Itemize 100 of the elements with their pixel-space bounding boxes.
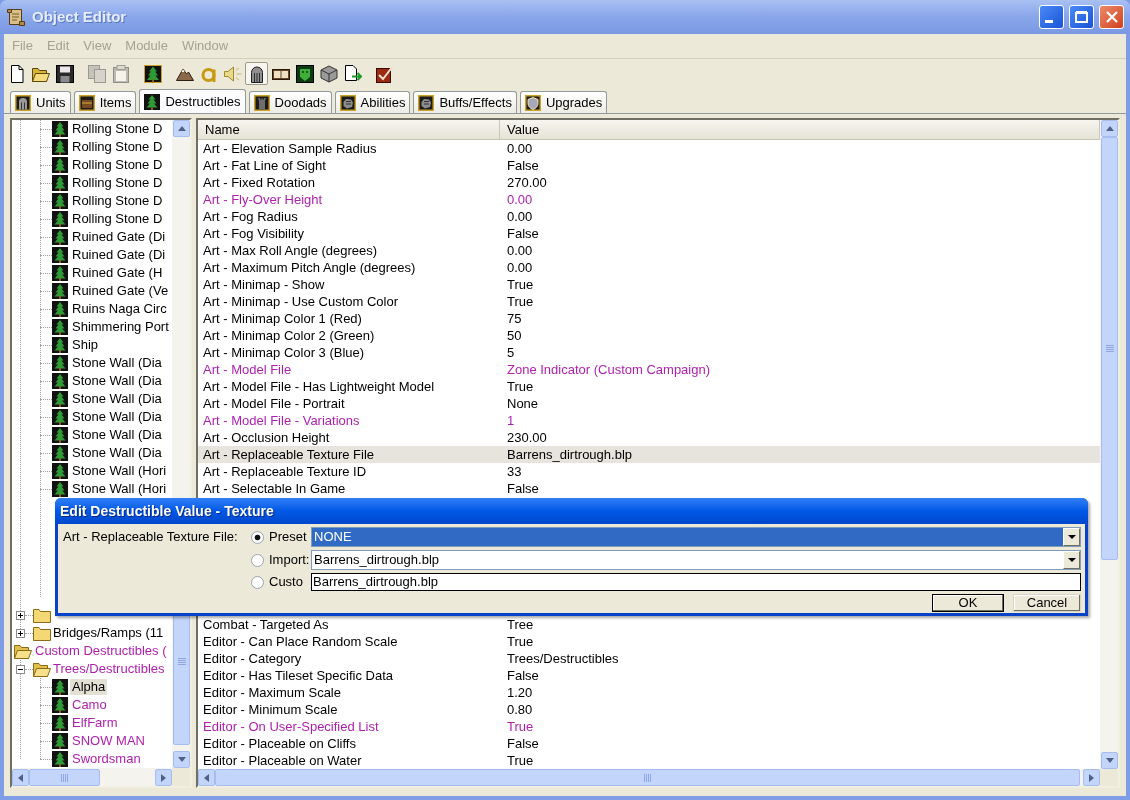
tab[interactable]: Abilities bbox=[334, 91, 411, 113]
tab[interactable]: Units bbox=[10, 91, 71, 113]
tree-item[interactable]: Rolling Stone D bbox=[70, 121, 165, 137]
pine-tree-icon bbox=[52, 751, 68, 767]
scrollbar-thumb[interactable] bbox=[29, 769, 100, 786]
dropdown-button[interactable] bbox=[1063, 551, 1080, 569]
scroll-down-button[interactable] bbox=[1101, 752, 1118, 769]
tree-item[interactable]: Ruined Gate (Di bbox=[70, 247, 168, 263]
tree-item[interactable]: Ruins Naga Circ bbox=[70, 301, 169, 317]
maximize-icon bbox=[1075, 11, 1088, 23]
table-cell-text: 0.80 bbox=[506, 701, 534, 718]
tree-item[interactable]: Rolling Stone D bbox=[70, 175, 165, 191]
scroll-up-button[interactable] bbox=[1101, 120, 1118, 137]
tree-item[interactable]: Rolling Stone D bbox=[70, 193, 165, 209]
table-cell-text: Art - Minimap - Show bbox=[202, 276, 326, 293]
tree-item[interactable]: Stone Wall (Hori bbox=[70, 463, 169, 479]
table-cell-text: 270.00 bbox=[506, 174, 548, 191]
tree-item[interactable]: Shimmering Port bbox=[70, 319, 171, 335]
tower-icon bbox=[253, 94, 270, 111]
collapse-icon[interactable] bbox=[16, 664, 25, 674]
scroll-right-button[interactable] bbox=[1083, 769, 1100, 786]
tab[interactable]: Items bbox=[73, 91, 137, 113]
toolbar-button[interactable] bbox=[293, 62, 316, 85]
tree-item[interactable]: Stone Wall (Dia bbox=[70, 427, 164, 443]
tree-item[interactable]: Ruined Gate (Ve bbox=[70, 283, 171, 299]
tree-item[interactable]: Stone Wall (Dia bbox=[70, 391, 164, 407]
scrollbar-thumb[interactable] bbox=[1101, 137, 1118, 560]
radio-button[interactable] bbox=[251, 553, 264, 567]
dialog-button[interactable]: OK bbox=[932, 594, 1004, 612]
pine-tree-icon bbox=[52, 229, 68, 245]
tree-item[interactable]: Stone Wall (Dia bbox=[70, 445, 164, 461]
tree-item[interactable]: Camo bbox=[70, 697, 109, 713]
tree-item[interactable]: Stone Wall (Dia bbox=[70, 355, 164, 371]
dropdown[interactable]: NONE bbox=[311, 527, 1081, 547]
scroll-left-button[interactable] bbox=[12, 769, 29, 786]
horizontal-scrollbar[interactable] bbox=[12, 768, 172, 786]
tree-item[interactable]: SNOW MAN bbox=[70, 733, 147, 749]
tree-item[interactable]: Rolling Stone D bbox=[70, 139, 165, 155]
scroll-right-button[interactable] bbox=[155, 769, 172, 786]
scroll-down-button[interactable] bbox=[173, 751, 190, 768]
dialog-button[interactable]: Cancel bbox=[1013, 594, 1081, 612]
text-field[interactable]: Barrens_dirtrough.blp bbox=[311, 573, 1081, 591]
tree-item[interactable]: Stone Wall (Dia bbox=[70, 409, 164, 425]
tree-item[interactable]: Alpha bbox=[70, 679, 108, 695]
pine-tree-icon bbox=[52, 733, 68, 749]
radio-label: Import: bbox=[269, 551, 311, 570]
tab[interactable]: Destructibles bbox=[139, 89, 246, 113]
tree-item[interactable]: Rolling Stone D bbox=[70, 157, 165, 173]
vertical-scrollbar[interactable] bbox=[1100, 120, 1118, 769]
tab[interactable]: Upgrades bbox=[519, 91, 608, 113]
pine-tree-icon bbox=[52, 175, 68, 191]
tree-item[interactable]: ElfFarm bbox=[70, 715, 120, 731]
scroll-left-button[interactable] bbox=[198, 769, 215, 786]
tab[interactable]: Buffs/Effects bbox=[413, 91, 517, 113]
tree-folder[interactable]: Bridges/Ramps (11 bbox=[51, 625, 166, 641]
table-cell-text: False bbox=[506, 480, 540, 497]
table-cell-text: Zone Indicator (Custom Campaign) bbox=[506, 361, 712, 378]
dropdown[interactable]: Barrens_dirtrough.blp bbox=[311, 550, 1081, 570]
radio-button[interactable] bbox=[251, 575, 264, 589]
table-cell-text: True bbox=[506, 633, 535, 650]
caret-down-icon bbox=[177, 757, 186, 762]
expand-icon[interactable] bbox=[16, 628, 25, 638]
expand-icon[interactable] bbox=[16, 610, 25, 620]
pine-tree-icon bbox=[52, 409, 68, 425]
toolbar-button[interactable] bbox=[141, 62, 164, 85]
maximize-button[interactable] bbox=[1069, 5, 1094, 29]
tree-folder[interactable]: Custom Destructibles ( bbox=[33, 643, 169, 659]
tree-folder[interactable]: Trees/Destructibles bbox=[51, 661, 167, 677]
minimize-icon bbox=[1045, 20, 1053, 23]
tree-item[interactable]: Ruined Gate (Di bbox=[70, 229, 168, 245]
close-button[interactable] bbox=[1099, 5, 1124, 29]
table-cell-text: Art - Replaceable Texture ID bbox=[202, 463, 368, 480]
tab[interactable]: Doodads bbox=[248, 91, 332, 113]
tree-item[interactable]: Ruined Gate (H bbox=[70, 265, 165, 281]
tree-item[interactable]: Stone Wall (Dia bbox=[70, 373, 164, 389]
table-cell-text: 0.00 bbox=[506, 242, 534, 259]
tree-item[interactable]: Rolling Stone D bbox=[70, 211, 165, 227]
table-cell-text: True bbox=[506, 752, 535, 769]
table-cell-text: 1 bbox=[506, 412, 516, 429]
tree-item[interactable]: Swordsman bbox=[70, 751, 143, 767]
minimize-button[interactable] bbox=[1039, 5, 1064, 29]
pine-tree-icon bbox=[52, 715, 68, 731]
table-cell: Barrens_dirtrough.blp bbox=[500, 446, 1100, 463]
toolbar-button[interactable] bbox=[53, 62, 76, 85]
table-cell-text: True bbox=[506, 276, 535, 293]
radio-button[interactable] bbox=[251, 530, 264, 544]
tree-item[interactable]: Ship bbox=[70, 337, 101, 353]
pine-tree-icon bbox=[52, 301, 68, 317]
dropdown-button[interactable] bbox=[1063, 528, 1080, 546]
tree-item[interactable]: Stone Wall (Hori bbox=[70, 481, 169, 497]
toolbar-button[interactable] bbox=[245, 62, 268, 85]
pine-tree-icon bbox=[144, 93, 161, 110]
table-cell-text: Art - Fixed Rotation bbox=[202, 174, 316, 191]
pine-tree-icon bbox=[143, 64, 162, 83]
scroll-up-button[interactable] bbox=[173, 120, 190, 137]
pine-tree-icon bbox=[52, 463, 68, 479]
caret-right-icon bbox=[161, 773, 166, 782]
table-cell-text: Art - Model File - Has Lightweight Model bbox=[202, 378, 436, 395]
grip-icon bbox=[177, 657, 186, 665]
column-header[interactable]: Name bbox=[198, 120, 500, 139]
